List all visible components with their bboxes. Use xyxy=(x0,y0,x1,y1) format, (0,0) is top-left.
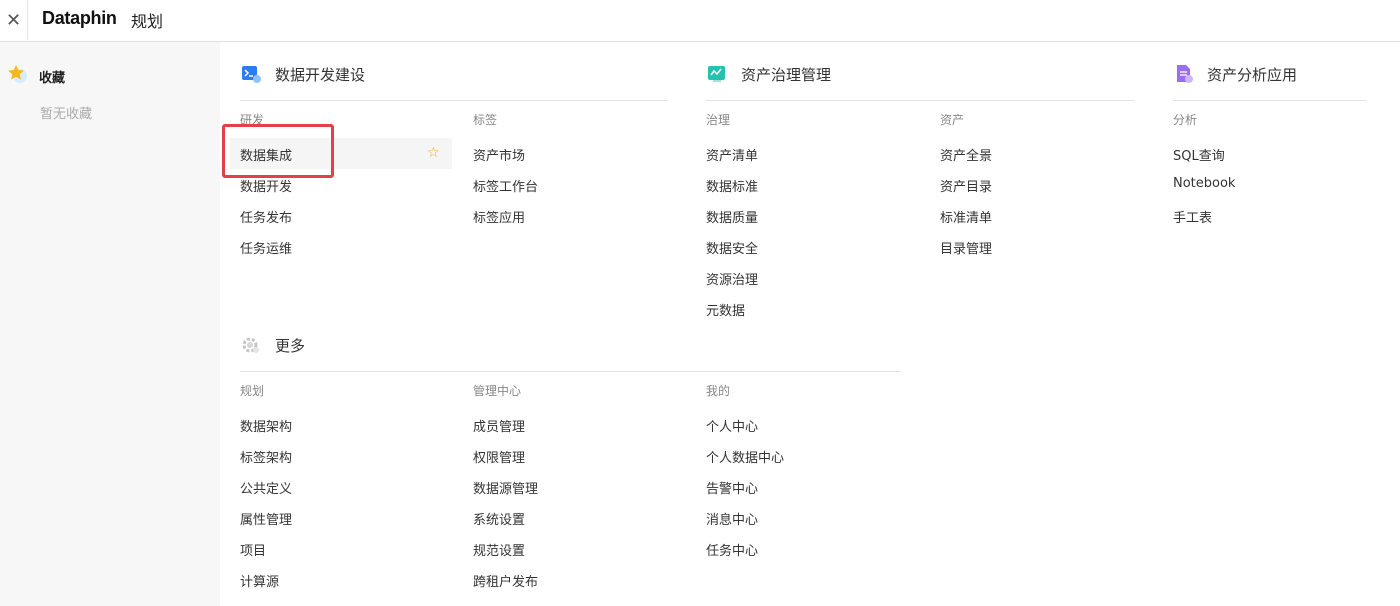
menu-item[interactable]: 属性管理 xyxy=(240,509,292,528)
governance-icon xyxy=(708,66,725,82)
menu-item[interactable]: 标签架构 xyxy=(240,447,292,466)
terminal-icon xyxy=(242,66,261,83)
page-title: 规划 xyxy=(131,12,164,31)
menu-item[interactable]: 资产目录 xyxy=(940,176,992,195)
menu-item[interactable]: 权限管理 xyxy=(473,447,525,466)
menu-item[interactable]: 数据架构 xyxy=(240,416,292,435)
menu-item[interactable]: 任务中心 xyxy=(706,540,758,559)
star-badge-icon xyxy=(8,65,27,83)
column-header: 规划 xyxy=(240,384,265,398)
favorites-sidebar: 收藏 暂无收藏 xyxy=(0,42,220,606)
menu-item[interactable]: 标签工作台 xyxy=(473,176,538,195)
top-bar: ✕ Dataphin 规划 xyxy=(0,0,1400,42)
section-title-dev: 数据开发建设 xyxy=(275,66,366,84)
favorites-empty-text: 暂无收藏 xyxy=(40,107,93,122)
menu-item[interactable]: 公共定义 xyxy=(240,478,292,497)
menu-item[interactable]: 任务发布 xyxy=(240,207,292,226)
divider xyxy=(706,100,1135,101)
menu-item[interactable]: 系统设置 xyxy=(473,509,525,528)
menu-item[interactable]: 个人数据中心 xyxy=(706,447,784,466)
section-title-analysis: 资产分析应用 xyxy=(1207,66,1298,84)
column-header: 分析 xyxy=(1173,113,1198,127)
menu-item[interactable]: 规范设置 xyxy=(473,540,525,559)
divider xyxy=(1173,100,1367,101)
column-header: 标签 xyxy=(473,113,498,127)
menu-item[interactable]: 资产全景 xyxy=(940,145,992,164)
column-header: 治理 xyxy=(706,113,731,127)
menu-item[interactable]: 个人中心 xyxy=(706,416,758,435)
gear-icon xyxy=(242,337,259,353)
column-header: 资产 xyxy=(940,113,965,127)
logo: Dataphin xyxy=(42,8,117,28)
menu-item[interactable]: 数据质量 xyxy=(706,207,758,226)
menu-item[interactable]: 告警中心 xyxy=(706,478,758,497)
menu-item[interactable]: 数据开发 xyxy=(240,176,292,195)
menu-item[interactable]: 手工表 xyxy=(1173,207,1212,226)
menu-item[interactable]: 项目 xyxy=(240,540,266,559)
highlight-annotation-box xyxy=(222,124,334,178)
menu-item[interactable]: 消息中心 xyxy=(706,509,758,528)
menu-item[interactable]: 成员管理 xyxy=(473,416,525,435)
menu-item[interactable]: 元数据 xyxy=(706,300,745,319)
menu-item[interactable]: 目录管理 xyxy=(940,238,992,257)
menu-item[interactable]: 数据标准 xyxy=(706,176,758,195)
favorites-title: 收藏 xyxy=(39,71,66,86)
menu-item[interactable]: 数据安全 xyxy=(706,238,758,257)
divider xyxy=(240,100,668,101)
analysis-icon xyxy=(1177,65,1193,83)
menu-item[interactable]: 计算源 xyxy=(240,571,279,590)
close-icon[interactable]: ✕ xyxy=(0,0,28,40)
menu-item[interactable]: Notebook xyxy=(1173,176,1235,191)
section-title-more: 更多 xyxy=(275,337,306,355)
menu-item[interactable]: 标签应用 xyxy=(473,207,525,226)
menu-item[interactable]: 跨租户发布 xyxy=(473,571,538,590)
column-header: 管理中心 xyxy=(473,384,522,398)
favorite-star-icon[interactable]: ☆ xyxy=(427,145,440,161)
menu-item[interactable]: 资源治理 xyxy=(706,269,758,288)
menu-item[interactable]: 任务运维 xyxy=(240,238,292,257)
menu-item[interactable]: 资产市场 xyxy=(473,145,525,164)
menu-item[interactable]: 标准清单 xyxy=(940,207,992,226)
menu-item[interactable]: 资产清单 xyxy=(706,145,758,164)
menu-item[interactable]: SQL查询 xyxy=(1173,145,1225,164)
menu-item[interactable]: 数据源管理 xyxy=(473,478,538,497)
column-header: 我的 xyxy=(706,384,731,398)
section-title-gov: 资产治理管理 xyxy=(741,66,832,84)
divider xyxy=(240,371,901,372)
